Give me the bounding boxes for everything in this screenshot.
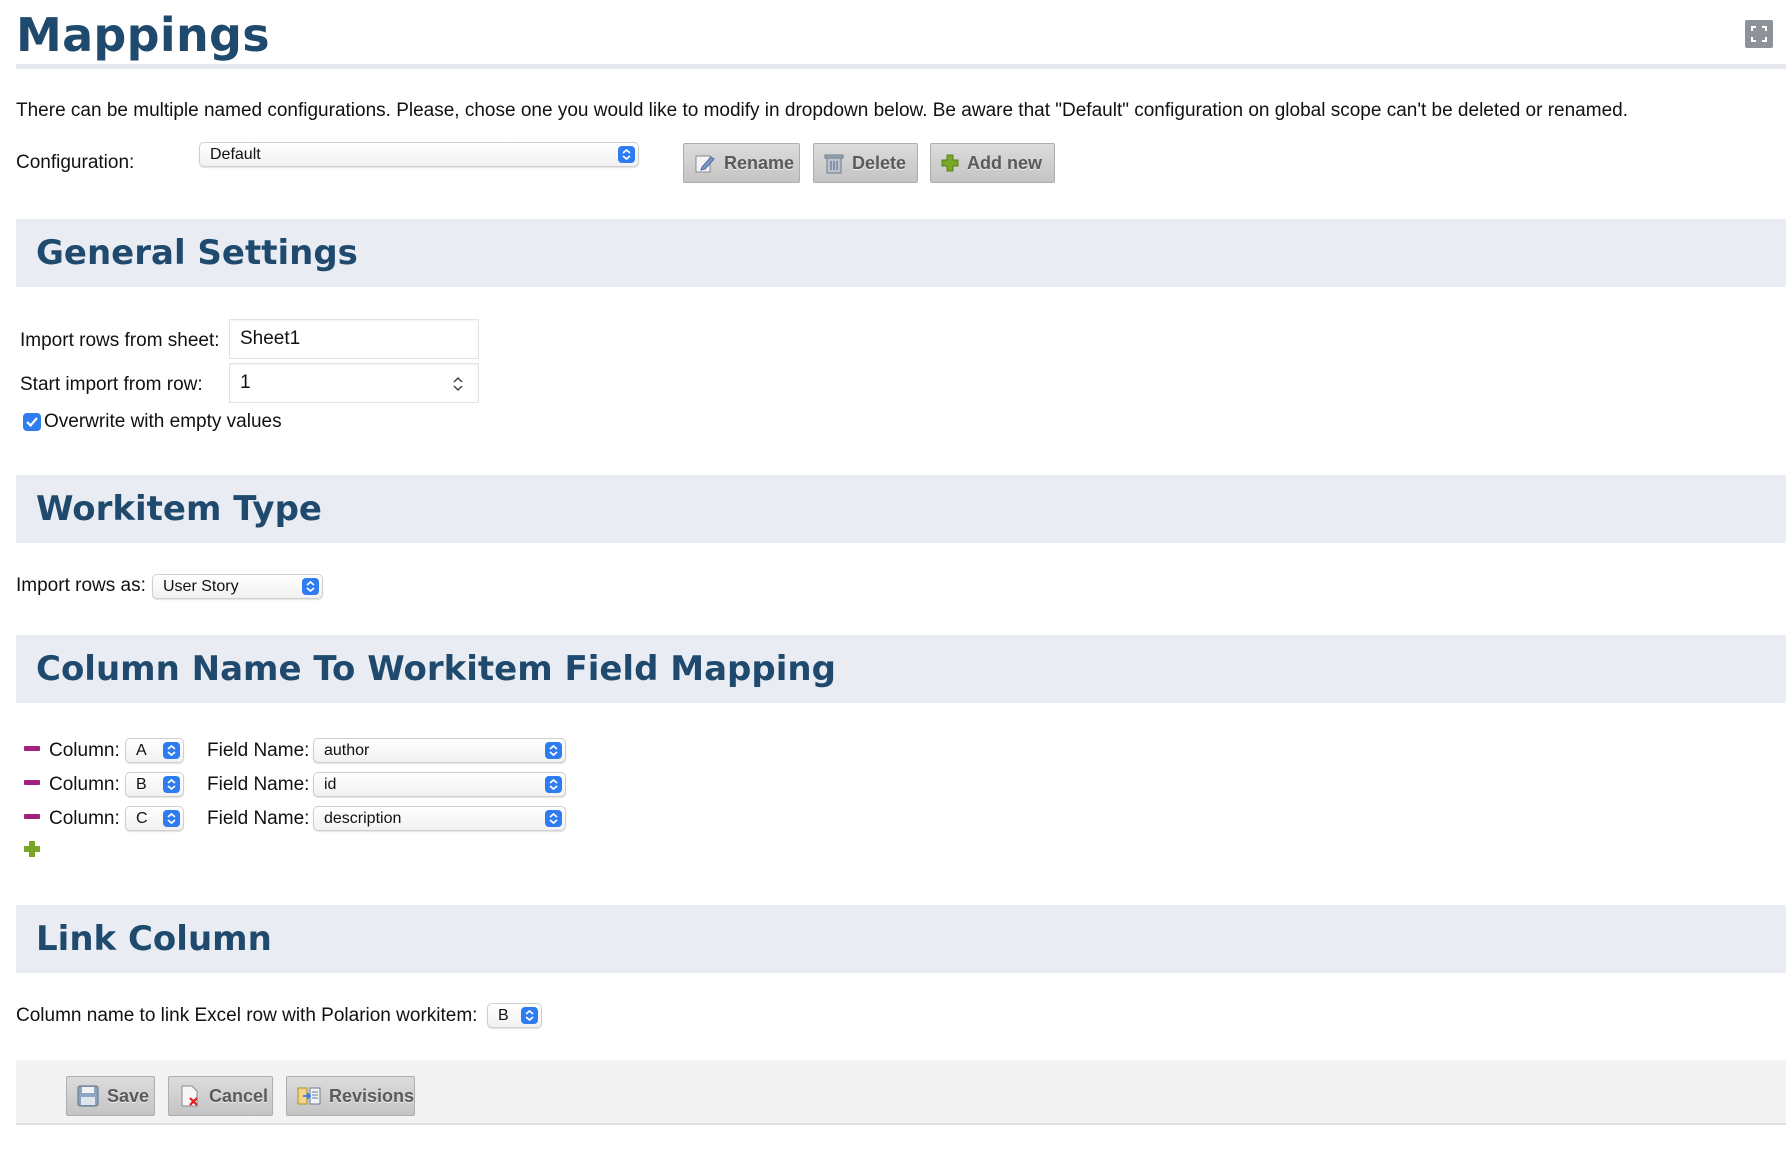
plus-icon bbox=[24, 841, 40, 857]
select-arrows-icon bbox=[521, 1007, 538, 1024]
field-name-selected-value: id bbox=[324, 776, 337, 793]
revisions-icon bbox=[297, 1087, 321, 1105]
column-label: Column: bbox=[49, 774, 120, 795]
import-sheet-value: Sheet1 bbox=[240, 328, 301, 349]
general-settings-section: General Settings bbox=[16, 219, 1786, 287]
column-select[interactable]: C bbox=[125, 806, 184, 831]
workitem-type-select[interactable]: User Story bbox=[152, 574, 323, 599]
column-label: Column: bbox=[49, 808, 120, 829]
field-name-label: Field Name: bbox=[207, 774, 310, 795]
select-arrows-icon bbox=[302, 578, 319, 595]
revisions-button[interactable]: Revisions bbox=[286, 1076, 415, 1116]
remove-mapping-button[interactable] bbox=[24, 814, 40, 819]
configuration-label: Configuration: bbox=[16, 152, 135, 173]
workitem-type-selected-value: User Story bbox=[163, 578, 239, 595]
page-title: Mappings bbox=[16, 8, 270, 62]
link-column-select[interactable]: B bbox=[487, 1003, 542, 1028]
add-new-label: Add new bbox=[967, 152, 1042, 173]
column-selected-value: C bbox=[136, 810, 148, 827]
import-rows-as-label: Import rows as: bbox=[16, 575, 146, 596]
add-new-button[interactable]: Add new bbox=[930, 143, 1055, 183]
select-arrows-icon bbox=[545, 810, 562, 827]
start-row-label: Start import from row: bbox=[20, 374, 203, 395]
column-selected-value: B bbox=[136, 776, 147, 793]
link-column-section: Link Column bbox=[16, 905, 1786, 973]
column-selected-value: A bbox=[136, 742, 147, 759]
select-arrows-icon bbox=[163, 810, 180, 827]
field-name-label: Field Name: bbox=[207, 740, 310, 761]
general-settings-heading: General Settings bbox=[36, 233, 358, 273]
field-name-label: Field Name: bbox=[207, 808, 310, 829]
rename-button[interactable]: Rename bbox=[683, 143, 800, 183]
cancel-label: Cancel bbox=[209, 1085, 269, 1106]
column-select[interactable]: A bbox=[125, 738, 184, 763]
column-mapping-heading: Column Name To Workitem Field Mapping bbox=[36, 649, 836, 689]
configuration-selected-value: Default bbox=[210, 146, 261, 163]
select-arrows-icon bbox=[545, 742, 562, 759]
column-select[interactable]: B bbox=[125, 772, 184, 797]
field-name-selected-value: author bbox=[324, 742, 370, 759]
workitem-type-section: Workitem Type bbox=[16, 475, 1786, 543]
intro-text: There can be multiple named configuratio… bbox=[16, 100, 1628, 121]
footer-toolbar bbox=[16, 1060, 1786, 1125]
link-column-label: Column name to link Excel row with Polar… bbox=[16, 1005, 478, 1026]
cancel-button[interactable]: Cancel bbox=[168, 1076, 273, 1116]
trash-icon bbox=[824, 154, 844, 174]
delete-label: Delete bbox=[852, 152, 907, 173]
cancel-document-icon bbox=[181, 1085, 198, 1107]
add-mapping-button[interactable] bbox=[24, 841, 40, 862]
field-name-select[interactable]: id bbox=[313, 772, 566, 797]
rename-icon bbox=[695, 155, 715, 173]
title-divider bbox=[16, 64, 1786, 69]
select-arrows-icon bbox=[163, 776, 180, 793]
column-mapping-section: Column Name To Workitem Field Mapping bbox=[16, 635, 1786, 703]
link-column-heading: Link Column bbox=[36, 919, 272, 959]
import-sheet-label: Import rows from sheet: bbox=[20, 330, 220, 351]
save-label: Save bbox=[107, 1085, 150, 1106]
revisions-label: Revisions bbox=[329, 1085, 415, 1106]
column-label: Column: bbox=[49, 740, 120, 761]
overwrite-label: Overwrite with empty values bbox=[44, 411, 282, 432]
field-name-select[interactable]: author bbox=[313, 738, 566, 763]
select-arrows-icon bbox=[545, 776, 562, 793]
maximize-button[interactable] bbox=[1745, 20, 1773, 48]
remove-mapping-button[interactable] bbox=[24, 780, 40, 785]
delete-button[interactable]: Delete bbox=[813, 143, 918, 183]
plus-icon bbox=[941, 154, 959, 172]
stepper-arrows-icon bbox=[453, 376, 463, 392]
import-sheet-input[interactable]: Sheet1 bbox=[229, 319, 479, 359]
field-name-select[interactable]: description bbox=[313, 806, 566, 831]
checkmark-icon bbox=[26, 417, 38, 428]
start-row-value: 1 bbox=[240, 372, 251, 393]
link-column-selected-value: B bbox=[498, 1007, 509, 1024]
floppy-disk-icon bbox=[77, 1085, 99, 1107]
start-row-stepper[interactable]: 1 bbox=[229, 363, 479, 403]
configuration-select[interactable]: Default bbox=[199, 142, 639, 167]
rename-label: Rename bbox=[724, 152, 795, 173]
select-arrows-icon bbox=[618, 146, 635, 163]
maximize-icon bbox=[1751, 26, 1767, 42]
select-arrows-icon bbox=[163, 742, 180, 759]
field-name-selected-value: description bbox=[324, 810, 402, 827]
workitem-type-heading: Workitem Type bbox=[36, 489, 322, 529]
remove-mapping-button[interactable] bbox=[24, 746, 40, 751]
overwrite-checkbox[interactable] bbox=[23, 413, 41, 431]
save-button[interactable]: Save bbox=[66, 1076, 155, 1116]
